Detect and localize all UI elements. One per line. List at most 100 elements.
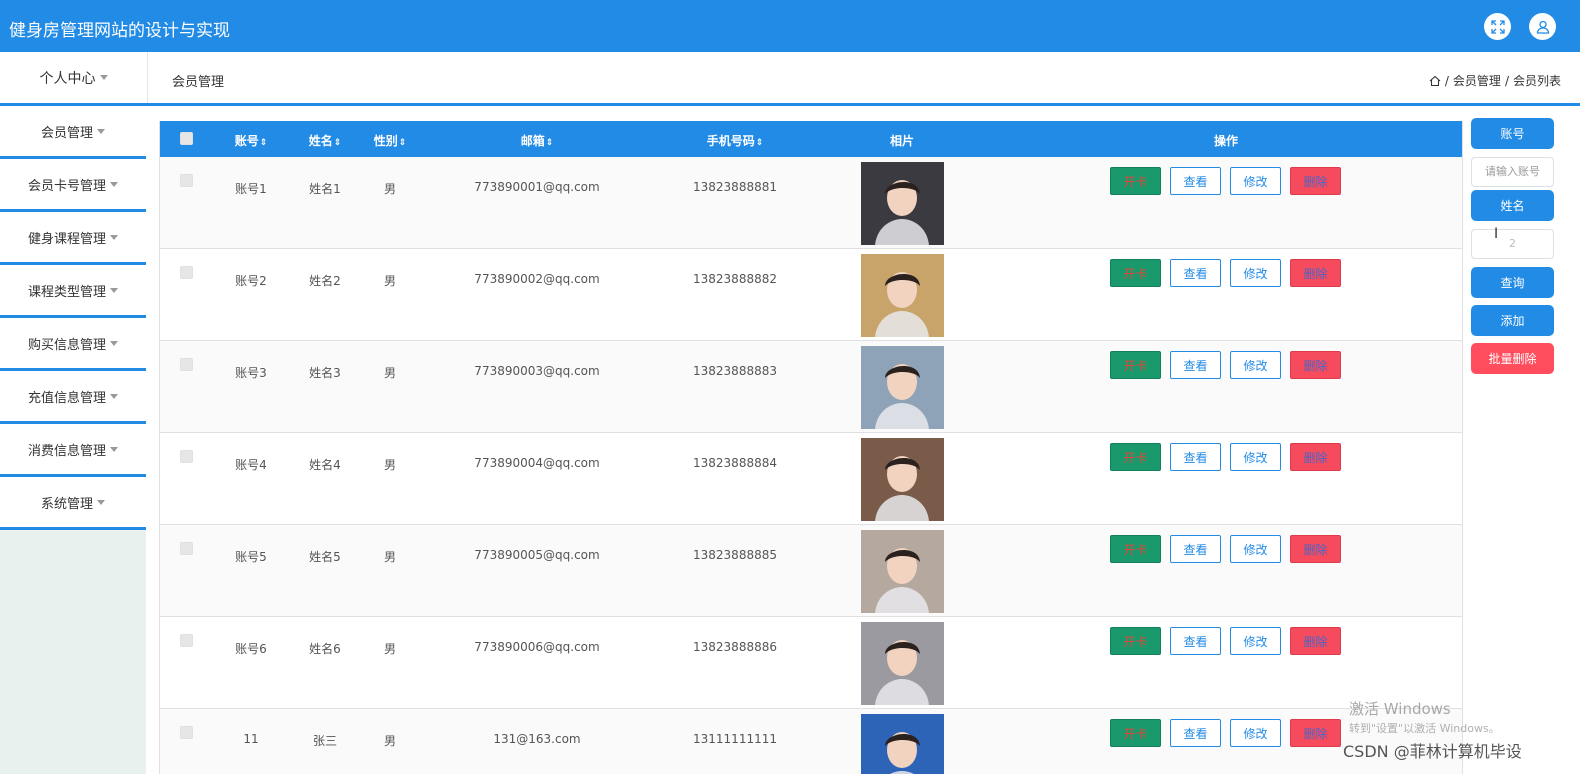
cell-email: 773890002@qq.com <box>474 272 600 286</box>
row-checkbox[interactable] <box>180 726 193 739</box>
delete-button[interactable]: 删除 <box>1290 259 1341 287</box>
open-card-button[interactable]: 开卡 <box>1110 627 1161 655</box>
sidebar-item-course-types[interactable]: 课程类型管理 <box>0 265 146 318</box>
edit-button[interactable]: 修改 <box>1230 351 1281 379</box>
edit-button[interactable]: 修改 <box>1230 627 1281 655</box>
open-card-button[interactable]: 开卡 <box>1110 167 1161 195</box>
personal-center-menu[interactable]: 个人中心 <box>0 52 148 103</box>
view-button[interactable]: 查看 <box>1170 351 1221 379</box>
breadcrumb-separator: / <box>1504 73 1509 88</box>
cell-phone: 13111111111 <box>693 732 777 746</box>
open-card-button[interactable]: 开卡 <box>1110 259 1161 287</box>
caret-down-icon <box>110 446 118 452</box>
cell-phone: 13823888886 <box>693 640 777 654</box>
cell-gender: 男 <box>383 642 397 656</box>
sidebar-item-system[interactable]: 系统管理 <box>0 477 146 530</box>
row-checkbox[interactable] <box>180 450 193 463</box>
header-email[interactable]: 邮箱⇕ <box>521 132 554 149</box>
open-card-button[interactable]: 开卡 <box>1110 351 1161 379</box>
open-card-button[interactable]: 开卡 <box>1110 719 1161 747</box>
select-all-checkbox[interactable] <box>180 132 193 145</box>
cell-phone: 13823888882 <box>693 272 777 286</box>
delete-button[interactable]: 删除 <box>1290 443 1341 471</box>
home-icon[interactable] <box>1429 75 1441 87</box>
sidebar-item-consumption[interactable]: 消费信息管理 <box>0 424 146 477</box>
sort-icon[interactable]: ⇕ <box>260 138 268 148</box>
cell-email: 773890006@qq.com <box>474 640 600 654</box>
cell-phone: 13823888881 <box>693 180 777 194</box>
row-checkbox[interactable] <box>180 266 193 279</box>
account-label: 账号 <box>1471 118 1554 149</box>
sort-icon[interactable]: ⇕ <box>756 138 764 148</box>
sidebar-item-recharge[interactable]: 充值信息管理 <box>0 371 146 424</box>
view-button[interactable]: 查看 <box>1170 627 1221 655</box>
sidebar-item-label: 会员卡号管理 <box>27 178 106 194</box>
nav-row: 个人中心 会员管理 / 会员管理 / 会员列表 <box>0 52 1580 106</box>
edit-button[interactable]: 修改 <box>1230 259 1281 287</box>
sidebar-item-member-card[interactable]: 会员卡号管理 <box>0 159 146 212</box>
sidebar-item-member[interactable]: 会员管理 <box>0 106 146 159</box>
header-account[interactable]: 账号⇕ <box>235 132 268 149</box>
row-checkbox[interactable] <box>180 542 193 555</box>
table-row: 账号1 姓名1 男 773890001@qq.com 13823888881 开卡 查看 修改… <box>160 157 1462 249</box>
user-icon <box>1536 20 1549 34</box>
fullscreen-button[interactable] <box>1484 13 1511 40</box>
member-photo <box>861 622 944 705</box>
table-row: 账号2 姓名2 男 773890002@qq.com 13823888882 开卡 查看 修改… <box>160 249 1462 341</box>
name-search-input[interactable]: 2 <box>1471 229 1554 259</box>
edit-button[interactable]: 修改 <box>1230 535 1281 563</box>
cell-gender: 男 <box>383 366 397 380</box>
sidebar-item-courses[interactable]: 健身课程管理 <box>0 212 146 265</box>
user-button[interactable] <box>1529 13 1556 40</box>
caret-down-icon <box>97 128 105 134</box>
sidebar-item-purchase[interactable]: 购买信息管理 <box>0 318 146 371</box>
caret-down-icon <box>97 499 105 505</box>
table-body: 账号1 姓名1 男 773890001@qq.com 13823888881 开卡 查看 修改… <box>160 157 1462 774</box>
member-photo <box>861 254 944 337</box>
table-row: 11 张三 男 131@163.com 13111111111 开卡 查看 修改 删除 <box>160 709 1462 774</box>
add-button[interactable]: 添加 <box>1471 305 1554 336</box>
sidebar-item-label: 课程类型管理 <box>27 284 106 300</box>
open-card-button[interactable]: 开卡 <box>1110 443 1161 471</box>
sort-icon[interactable]: ⇕ <box>546 138 554 148</box>
delete-button[interactable]: 删除 <box>1290 627 1341 655</box>
caret-down-icon <box>110 287 118 293</box>
cell-name: 姓名6 <box>309 642 341 656</box>
header-name[interactable]: 姓名⇕ <box>309 132 342 149</box>
cell-gender: 男 <box>383 550 397 564</box>
cell-gender: 男 <box>383 182 397 196</box>
view-button[interactable]: 查看 <box>1170 167 1221 195</box>
open-card-button[interactable]: 开卡 <box>1110 535 1161 563</box>
view-button[interactable]: 查看 <box>1170 719 1221 747</box>
delete-button[interactable]: 删除 <box>1290 719 1341 747</box>
cell-gender: 男 <box>383 458 397 472</box>
row-checkbox[interactable] <box>180 174 193 187</box>
view-button[interactable]: 查看 <box>1170 443 1221 471</box>
edit-button[interactable]: 修改 <box>1230 443 1281 471</box>
header-gender[interactable]: 性别⇕ <box>374 132 407 149</box>
sort-icon[interactable]: ⇕ <box>399 138 407 148</box>
breadcrumb-item: 会员列表 <box>1512 74 1561 88</box>
view-button[interactable]: 查看 <box>1170 259 1221 287</box>
cell-gender: 男 <box>383 274 397 288</box>
caret-down-icon <box>110 181 118 187</box>
query-button[interactable]: 查询 <box>1471 267 1554 298</box>
delete-button[interactable]: 删除 <box>1290 535 1341 563</box>
row-checkbox[interactable] <box>180 634 193 647</box>
row-checkbox[interactable] <box>180 358 193 371</box>
view-button[interactable]: 查看 <box>1170 535 1221 563</box>
batch-delete-button[interactable]: 批量删除 <box>1471 343 1554 374</box>
header-photo: 相片 <box>889 134 915 148</box>
caret-down-icon <box>110 393 118 399</box>
delete-button[interactable]: 删除 <box>1290 167 1341 195</box>
delete-button[interactable]: 删除 <box>1290 351 1341 379</box>
account-search-input[interactable]: 请输入账号 <box>1471 157 1554 187</box>
edit-button[interactable]: 修改 <box>1230 719 1281 747</box>
sort-icon[interactable]: ⇕ <box>334 138 342 148</box>
breadcrumb-item[interactable]: 会员管理 <box>1453 72 1501 89</box>
csdn-watermark: CSDN @菲林计算机毕设 <box>1343 742 1522 761</box>
breadcrumb-separator: / <box>1444 73 1449 88</box>
edit-button[interactable]: 修改 <box>1230 167 1281 195</box>
header-phone[interactable]: 手机号码⇕ <box>707 132 764 149</box>
table-row: 账号6 姓名6 男 773890006@qq.com 13823888886 开卡 查看 修改… <box>160 617 1462 709</box>
